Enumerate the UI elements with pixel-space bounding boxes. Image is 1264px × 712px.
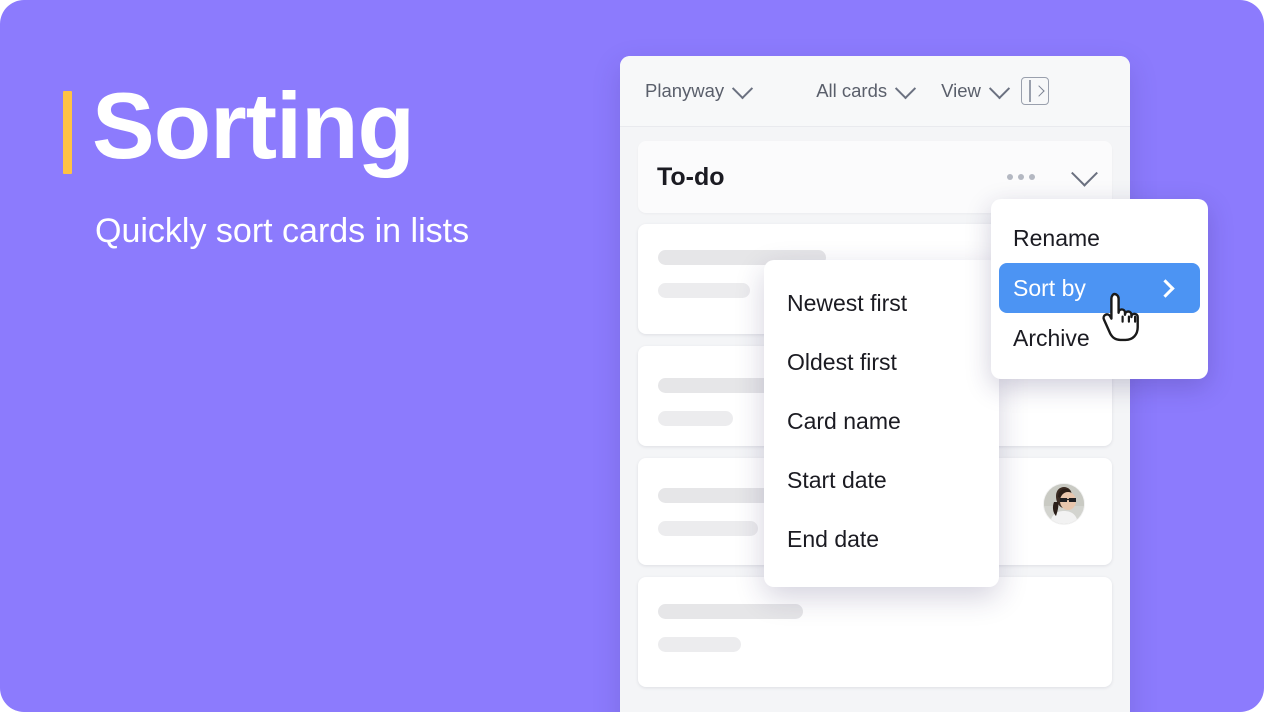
- card-title-placeholder: [658, 604, 803, 619]
- list-context-menu: Rename Sort by Archive: [991, 199, 1208, 379]
- chevron-down-icon[interactable]: [1071, 159, 1098, 187]
- menu-item-rename[interactable]: Rename: [991, 213, 1208, 263]
- card-meta-placeholder: [658, 283, 750, 298]
- chevron-down-icon: [988, 77, 1011, 99]
- submenu-item-newest-first[interactable]: Newest first: [764, 274, 999, 333]
- topbar-item-label: Planyway: [645, 80, 725, 101]
- menu-item-label: Rename: [1013, 224, 1100, 251]
- chevron-right-icon: [1156, 278, 1175, 298]
- submenu-item-end-date[interactable]: End date: [764, 510, 999, 569]
- member-avatar[interactable]: [1044, 484, 1084, 524]
- submenu-item-label: Start date: [787, 467, 887, 493]
- chevron-right-icon: [1033, 85, 1045, 97]
- card-item[interactable]: [638, 577, 1112, 687]
- menu-item-label: Sort by: [1013, 274, 1086, 301]
- submenu-item-label: Oldest first: [787, 349, 897, 375]
- topbar-item-label: View: [941, 80, 981, 101]
- dot: [1007, 174, 1013, 180]
- card-meta-placeholder: [658, 521, 758, 536]
- list-title: To-do: [657, 162, 725, 191]
- submenu-item-card-name[interactable]: Card name: [764, 392, 999, 451]
- app-topbar: Planyway All cards View: [620, 56, 1130, 127]
- menu-item-label: Archive: [1013, 324, 1090, 351]
- page-subtitle: Quickly sort cards in lists: [95, 212, 470, 250]
- topbar-item-all-cards[interactable]: All cards: [816, 77, 917, 102]
- menu-item-sort-by[interactable]: Sort by: [999, 263, 1200, 313]
- ellipsis-icon[interactable]: [1007, 174, 1035, 180]
- chevron-down-icon: [895, 77, 917, 99]
- dot: [1018, 174, 1024, 180]
- dot: [1029, 174, 1035, 180]
- chevron-down-icon: [732, 77, 754, 99]
- promo-screenshot: Sorting Quickly sort cards in lists Plan…: [0, 0, 1264, 712]
- submenu-item-start-date[interactable]: Start date: [764, 451, 999, 510]
- card-meta-placeholder: [658, 637, 741, 652]
- submenu-item-label: Newest first: [787, 290, 908, 316]
- promo-block: Sorting Quickly sort cards in lists: [0, 0, 620, 712]
- topbar-item-label: All cards: [816, 80, 888, 101]
- panel-expand-icon[interactable]: [1020, 77, 1049, 105]
- submenu-item-label: End date: [787, 526, 880, 552]
- topbar-item-view[interactable]: View: [941, 77, 1011, 102]
- submenu-item-oldest-first[interactable]: Oldest first: [764, 333, 999, 392]
- topbar-item-planyway[interactable]: Planyway: [645, 77, 754, 102]
- submenu-item-label: Card name: [787, 408, 901, 434]
- page-title: Sorting: [92, 73, 415, 178]
- card-meta-placeholder: [658, 411, 733, 426]
- accent-bar-icon: [63, 91, 72, 174]
- sort-by-submenu: Newest first Oldest first Card name Star…: [764, 260, 999, 587]
- menu-item-archive[interactable]: Archive: [991, 313, 1208, 363]
